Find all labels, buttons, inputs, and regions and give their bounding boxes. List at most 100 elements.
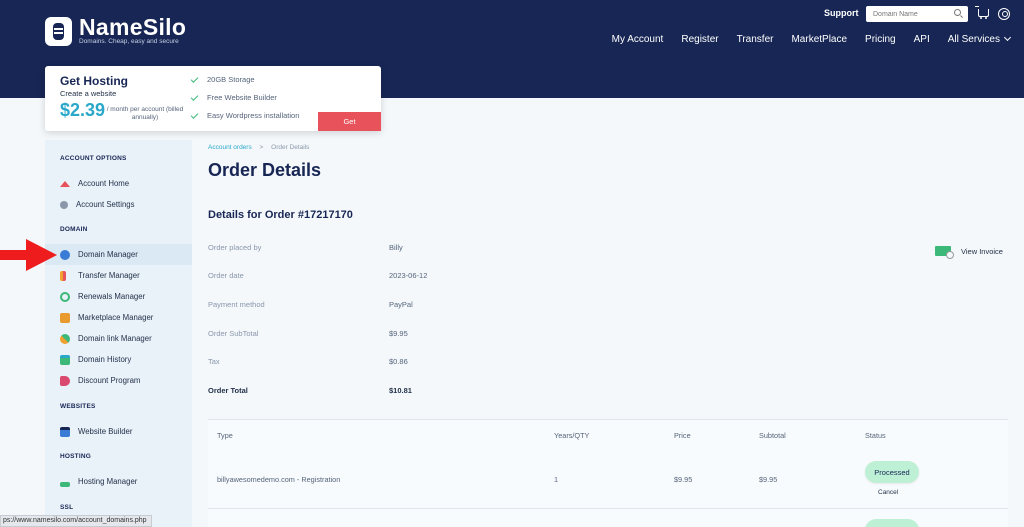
sidebar-item-transfer-manager[interactable]: Transfer Manager [45,265,192,286]
sidebar-item-label: Domain History [78,355,132,364]
page-title: Order Details [208,160,322,180]
nav-pricing[interactable]: Pricing [865,34,896,45]
order-subtotal-label: Order SubTotal [208,329,259,338]
sidebar-item-website-builder[interactable]: Website Builder [45,421,192,442]
promo-feature: Free Website Builder [190,92,277,102]
view-invoice-link[interactable]: View Invoice [935,246,1003,259]
status-badge: Processed [865,519,919,527]
nav-marketplace[interactable]: MarketPlace [791,34,847,45]
tag-icon [60,375,70,386]
nav-all-services-label: All Services [947,34,1000,45]
row-subtotal: $9.95 [759,475,778,484]
link-icon [60,333,70,344]
sidebar-item-account-settings[interactable]: Account Settings [45,194,192,215]
breadcrumb: Account orders > Order Details [208,144,309,151]
promo-price: $2.39 [60,100,106,120]
hosting-promo-card: Get Hosting Create a website $2.39 / mon… [45,66,381,131]
sidebar-item-account-home[interactable]: Account Home [45,173,192,194]
home-icon [60,180,70,187]
sidebar-item-label: Transfer Manager [78,271,140,280]
check-icon [190,92,199,101]
section-domain: DOMAIN [60,226,88,233]
section-account-options: ACCOUNT OPTIONS [60,155,127,162]
nav-register[interactable]: Register [681,34,718,45]
sidebar: ACCOUNT OPTIONS Account Home Account Set… [45,140,192,527]
nav-all-services[interactable]: All Services [947,33,1012,45]
breadcrumb-current: Order Details [271,144,310,151]
promo-feature-label: Easy Wordpress installation [207,111,300,120]
sidebar-item-label: Domain Manager [78,250,138,259]
sidebar-item-domain-link-manager[interactable]: Domain link Manager [45,328,192,349]
gear-icon [60,200,68,209]
promo-feature-label: Free Website Builder [207,93,277,102]
section-websites: WEBSITES [60,403,96,410]
renew-icon [60,291,70,302]
transfer-icon [60,270,66,281]
cancel-link[interactable]: Cancel [878,489,898,496]
main-nav: My Account Register Transfer MarketPlace… [612,33,1012,45]
promo-feature-label: 20GB Storage [207,75,255,84]
check-icon [190,74,199,83]
search-icon[interactable] [954,9,961,16]
domain-search-input[interactable] [866,6,968,22]
get-hosting-button[interactable]: Get [318,112,381,131]
column-header-years-qty: Years/QTY [554,431,590,440]
cart-icon[interactable] [975,6,989,19]
sidebar-item-label: Discount Program [78,376,141,385]
calendar-icon [60,354,70,365]
nav-transfer[interactable]: Transfer [737,34,774,45]
sidebar-item-renewals-manager[interactable]: Renewals Manager [45,286,192,307]
user-icon[interactable] [998,8,1010,20]
section-ssl: SSL [60,504,74,511]
sidebar-item-label: Domain link Manager [78,334,152,343]
cart-icon [60,312,70,323]
sidebar-item-domain-history[interactable]: Domain History [45,349,192,370]
brand-tagline: Domains. Cheap, easy and secure [79,38,179,45]
column-header-subtotal: Subtotal [759,431,786,440]
red-arrow-head-icon [26,239,57,271]
sidebar-item-discount-program[interactable]: Discount Program [45,370,192,391]
row-type: billyawesomedemo.com - Registration [217,475,341,484]
column-header-status: Status [865,431,886,440]
tax-value: $0.86 [389,357,408,366]
column-header-type: Type [217,431,233,440]
order-date-value: 2023-06-12 [389,271,428,280]
nav-my-account[interactable]: My Account [612,34,664,45]
sidebar-item-label: Website Builder [78,427,133,436]
status-badge: Processed [865,461,919,483]
view-invoice-label: View Invoice [961,246,1003,256]
order-items-table: Type Years/QTY Price Subtotal Status bil… [208,419,1008,527]
globe-icon [60,249,70,260]
order-total-value: $10.81 [389,386,412,395]
sidebar-item-label: Renewals Manager [78,292,146,301]
invoice-pdf-icon [935,246,954,259]
sidebar-item-domain-manager[interactable]: Domain Manager [45,244,192,265]
builder-icon [60,426,70,437]
chevron-down-icon [1003,33,1012,42]
support-link[interactable]: Support [824,8,859,18]
tax-label: Tax [208,357,220,366]
browser-status-url: ps://www.namesilo.com/account_domains.ph… [0,515,152,527]
breadcrumb-separator: > [259,144,264,151]
sidebar-item-hosting-manager[interactable]: Hosting Manager [45,471,192,492]
order-date-label: Order date [208,271,244,280]
row-divider [208,508,1008,509]
order-heading: Details for Order #17217170 [208,209,353,221]
section-hosting: HOSTING [60,453,92,460]
order-placed-by-label: Order placed by [208,243,262,252]
nav-api[interactable]: API [914,34,930,45]
logo[interactable]: NameSilo Domains. Cheap, easy and secure [45,16,186,46]
breadcrumb-account-orders[interactable]: Account orders [208,144,252,151]
brand-name: NameSilo [79,14,187,40]
column-header-price: Price [674,431,691,440]
order-total-label: Order Total [208,386,248,395]
row-qty: 1 [554,475,559,484]
row-price: $9.95 [674,475,693,484]
sidebar-item-marketplace-manager[interactable]: Marketplace Manager [45,307,192,328]
check-icon [190,110,199,119]
promo-feature: Easy Wordpress installation [190,110,300,120]
order-subtotal-value: $9.95 [389,329,408,338]
sidebar-item-label: Hosting Manager [78,477,138,486]
sidebar-item-label: Account Settings [76,200,135,209]
promo-price-period: / month per account (billed annually) [106,106,184,121]
